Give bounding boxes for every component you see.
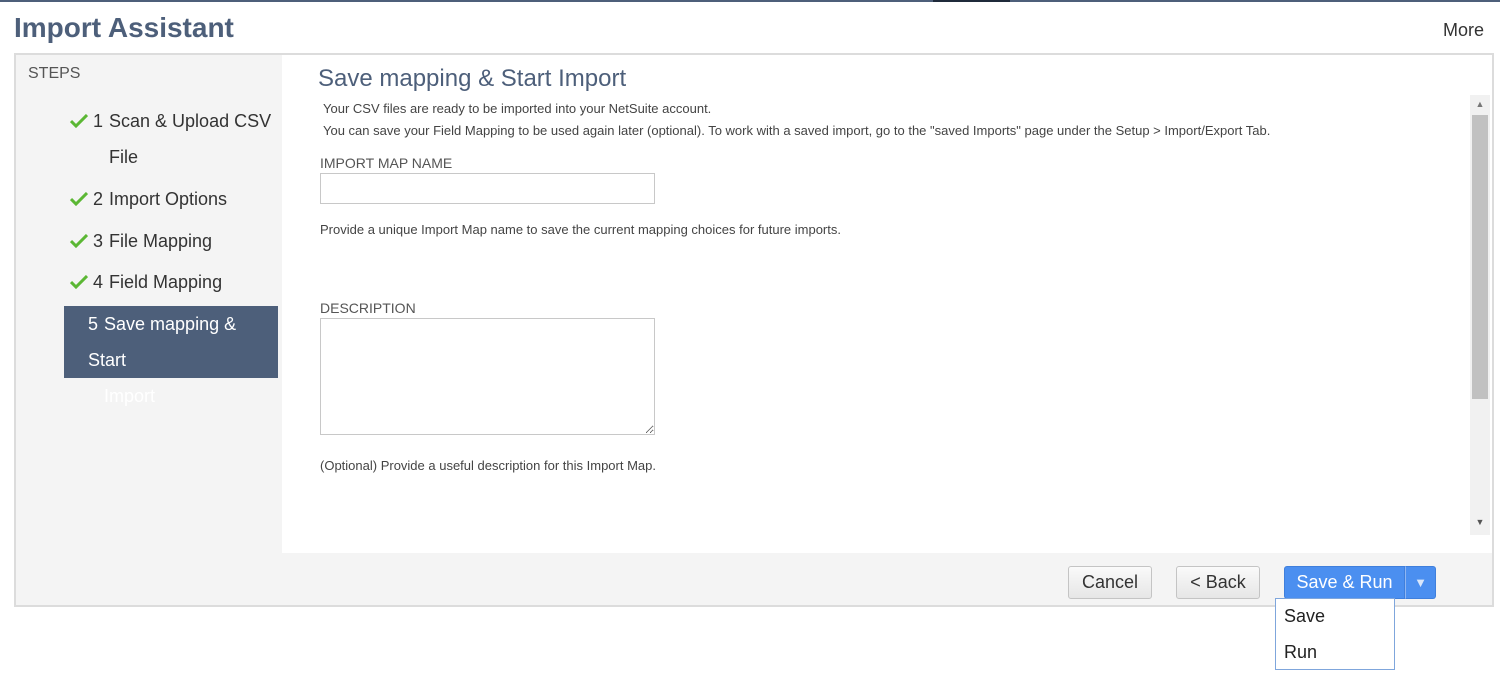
step-label-cont: Import (104, 386, 156, 406)
import-map-name-label: IMPORT MAP NAME (320, 155, 453, 171)
menu-item-save[interactable]: Save (1284, 606, 1325, 627)
step-label: Save mapping & Start (88, 314, 237, 370)
step-field-mapping[interactable]: 4 Field Mapping (64, 264, 278, 300)
step-file-mapping[interactable]: 3 File Mapping (64, 223, 278, 259)
description-help: (Optional) Provide a useful description … (320, 458, 656, 473)
step-scan-upload[interactable]: 1 Scan & Upload CSV File (64, 103, 278, 175)
import-map-name-input[interactable] (320, 173, 655, 204)
step-label: Scan & Upload CSV (109, 111, 272, 131)
top-accent-line (0, 0, 1500, 2)
save-and-run-button[interactable]: Save & Run (1284, 566, 1405, 599)
step-import-options[interactable]: 2 Import Options (64, 181, 278, 217)
description-label: DESCRIPTION (320, 300, 416, 316)
back-button[interactable]: < Back (1176, 566, 1260, 599)
cancel-button[interactable]: Cancel (1068, 566, 1152, 599)
page-title: Import Assistant (14, 12, 234, 43)
checkmark-icon (70, 192, 88, 206)
main-panel: Save mapping & Start Import Your CSV fil… (282, 55, 1492, 553)
scrollbar-thumb[interactable] (1472, 115, 1488, 399)
scroll-up-arrow-icon[interactable]: ▲ (1472, 97, 1488, 111)
steps-heading: STEPS (28, 65, 81, 82)
checkmark-icon (70, 234, 88, 248)
intro-text-saved: You can save your Field Mapping to be us… (323, 123, 1271, 138)
scroll-down-arrow-icon[interactable]: ▼ (1472, 515, 1488, 529)
section-title: Save mapping & Start Import (318, 65, 627, 92)
save-run-dropdown-menu: Save Run (1275, 598, 1395, 670)
step-save-mapping[interactable]: 5 Save mapping & Start Import (64, 306, 278, 406)
step-label-cont: File (109, 147, 139, 167)
checkmark-icon (70, 275, 88, 289)
step-label: File Mapping (109, 231, 213, 251)
checkmark-icon (70, 114, 88, 128)
description-textarea[interactable] (320, 318, 655, 435)
top-accent-segment (933, 0, 1010, 2)
intro-text: Your CSV files are ready to be imported … (323, 101, 712, 116)
menu-item-run[interactable]: Run (1284, 642, 1317, 663)
import-map-name-help: Provide a unique Import Map name to save… (320, 222, 841, 237)
chevron-down-icon[interactable]: ▼ (1405, 566, 1436, 599)
import-assistant-frame: STEPS 1 Scan & Upload CSV File 2 Import Op… (14, 53, 1494, 607)
more-link[interactable]: More (1443, 20, 1484, 41)
step-label: Import Options (109, 189, 228, 209)
step-label: Field Mapping (109, 272, 223, 292)
